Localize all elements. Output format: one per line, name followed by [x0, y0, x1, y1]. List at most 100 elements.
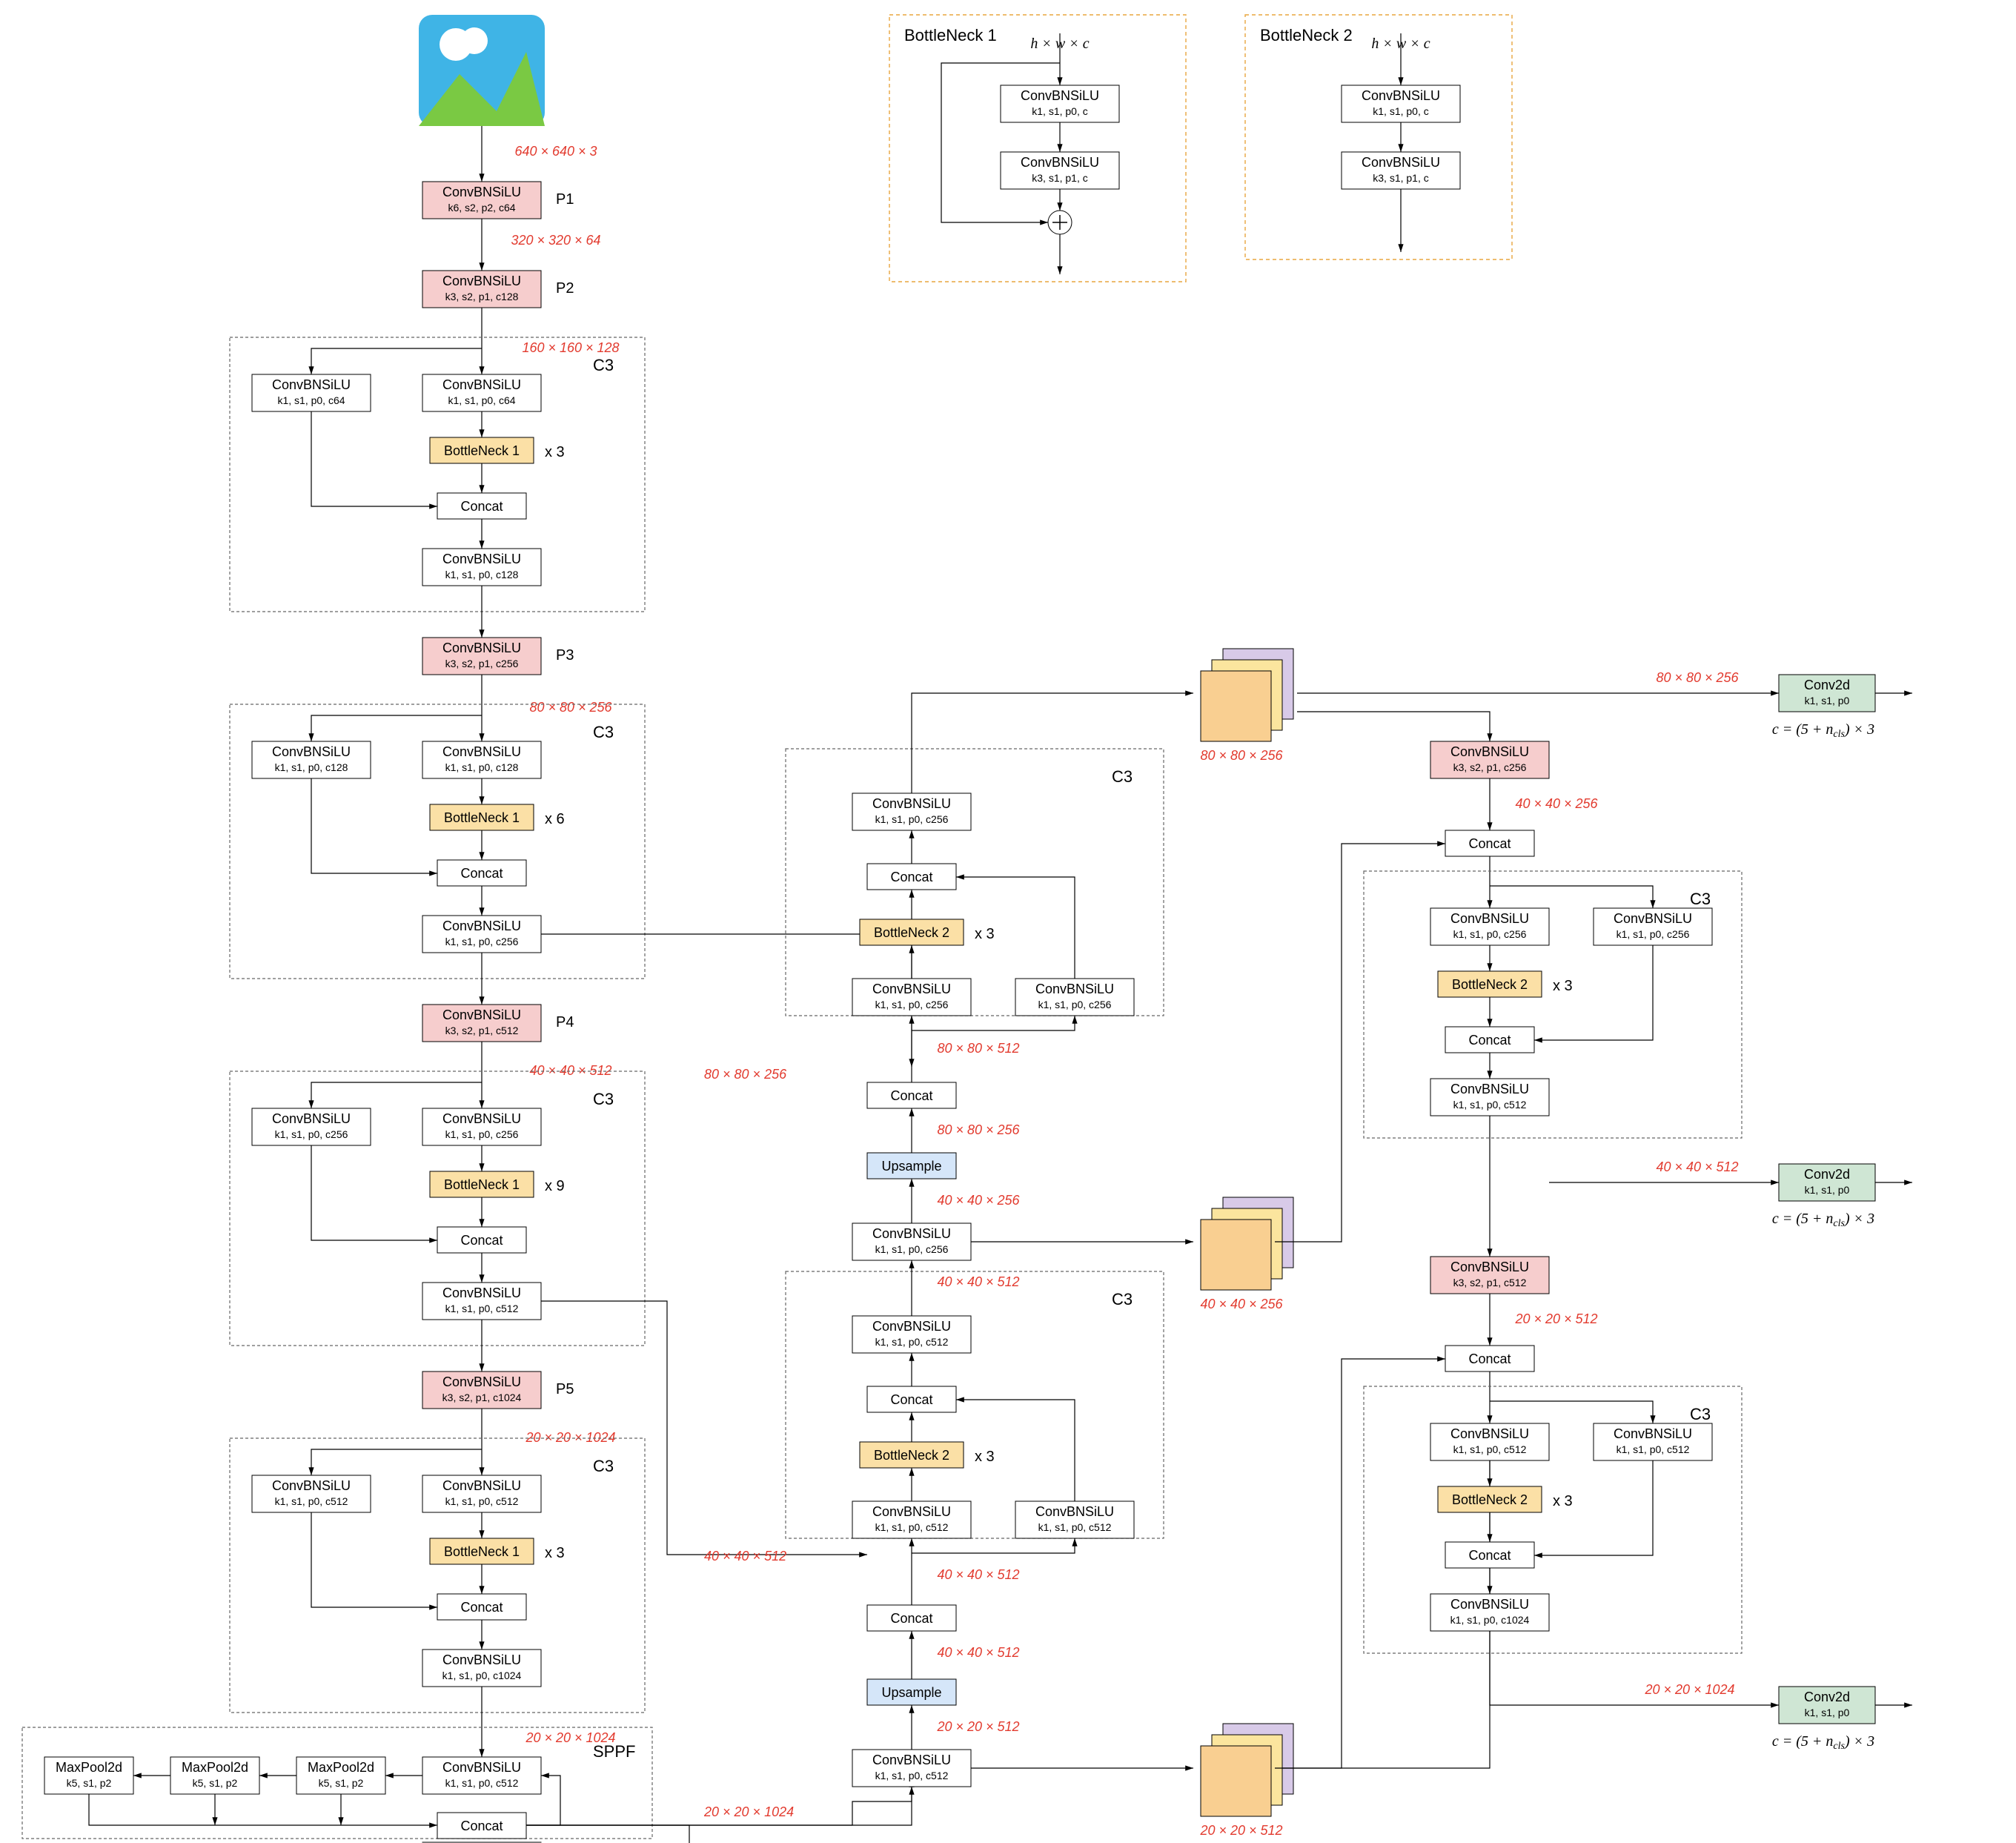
svg-text:ConvBNSiLU: ConvBNSiLU — [442, 744, 521, 759]
svg-text:x 3: x 3 — [975, 926, 995, 942]
svg-text:ConvBNSiLU: ConvBNSiLU — [872, 1226, 951, 1241]
svg-text:ConvBNSiLU: ConvBNSiLU — [872, 1504, 951, 1519]
svg-text:Concat: Concat — [1468, 1033, 1511, 1048]
svg-text:ConvBNSiLU: ConvBNSiLU — [1614, 1426, 1692, 1441]
svg-text:20 × 20 × 512: 20 × 20 × 512 — [1199, 1823, 1282, 1838]
svg-text:k1, s1, p0, c1024: k1, s1, p0, c1024 — [1450, 1614, 1530, 1626]
feature-stack-40 — [1201, 1197, 1293, 1290]
svg-text:Concat: Concat — [460, 1600, 503, 1615]
svg-text:k1, s1, p0, c: k1, s1, p0, c — [1032, 105, 1087, 117]
svg-text:ConvBNSiLU: ConvBNSiLU — [1362, 155, 1440, 170]
svg-text:80 × 80 × 256: 80 × 80 × 256 — [1200, 748, 1283, 763]
svg-text:x 9: x 9 — [545, 1178, 565, 1194]
svg-text:k1, s1, p0, c256: k1, s1, p0, c256 — [875, 999, 949, 1010]
svg-text:40 × 40 × 256: 40 × 40 × 256 — [937, 1193, 1020, 1208]
dim-p1: 320 × 320 × 64 — [511, 233, 600, 248]
svg-text:k1, s1, p0, c512: k1, s1, p0, c512 — [1453, 1099, 1527, 1111]
svg-text:k3, s2, p1, c512: k3, s2, p1, c512 — [445, 1025, 519, 1036]
svg-text:k1, s1, p0, c512: k1, s1, p0, c512 — [875, 1521, 949, 1533]
svg-text:k1, s1, p0, c128: k1, s1, p0, c128 — [275, 761, 348, 773]
c3-neck-80-up — [786, 749, 1164, 1016]
svg-text:ConvBNSiLU: ConvBNSiLU — [1450, 1426, 1529, 1441]
svg-text:k1, s1, p0, c512: k1, s1, p0, c512 — [1453, 1443, 1527, 1455]
svg-text:ConvBNSiLU: ConvBNSiLU — [1614, 911, 1692, 926]
svg-text:BottleNeck 2: BottleNeck 2 — [874, 925, 949, 940]
svg-text:k3, s1, p1, c: k3, s1, p1, c — [1373, 172, 1428, 184]
label-p5: P5 — [556, 1381, 574, 1397]
svg-text:k6, s2, p2, c64: k6, s2, p2, c64 — [448, 202, 515, 214]
svg-text:ConvBNSiLU: ConvBNSiLU — [872, 796, 951, 811]
svg-text:k1, s1, p0, c256: k1, s1, p0, c256 — [445, 936, 519, 947]
svg-text:ConvBNSiLU: ConvBNSiLU — [442, 1374, 521, 1389]
svg-text:k1, s1, p0, c256: k1, s1, p0, c256 — [1453, 928, 1527, 940]
svg-text:80 × 80 × 256: 80 × 80 × 256 — [704, 1067, 787, 1082]
svg-text:ConvBNSiLU: ConvBNSiLU — [272, 1478, 351, 1493]
svg-text:k1, s1, p0, c512: k1, s1, p0, c512 — [1617, 1443, 1690, 1455]
head-eq-l: c = (5 + ncls) × 3 — [1772, 1733, 1874, 1752]
dim-p3: 80 × 80 × 256 — [529, 700, 612, 715]
svg-text:k1, s1, p0, c128: k1, s1, p0, c128 — [445, 569, 519, 580]
svg-text:ConvBNSiLU: ConvBNSiLU — [442, 1478, 521, 1493]
svg-text:k1, s1, p0: k1, s1, p0 — [1805, 1707, 1850, 1718]
svg-text:BottleNeck 2: BottleNeck 2 — [874, 1448, 949, 1463]
svg-text:Concat: Concat — [460, 1233, 503, 1248]
svg-text:80 × 80 × 512: 80 × 80 × 512 — [937, 1041, 1019, 1056]
svg-text:BottleNeck 2: BottleNeck 2 — [1260, 26, 1353, 44]
svg-text:Concat: Concat — [460, 499, 503, 514]
dim-p2: 160 × 160 × 128 — [522, 340, 619, 355]
svg-text:40 × 40 × 256: 40 × 40 × 256 — [1200, 1297, 1283, 1311]
svg-text:C3: C3 — [1112, 1290, 1133, 1308]
svg-text:ConvBNSiLU: ConvBNSiLU — [442, 1652, 521, 1667]
svg-text:ConvBNSiLU: ConvBNSiLU — [872, 1753, 951, 1767]
svg-text:ConvBNSiLU: ConvBNSiLU — [1035, 1504, 1114, 1519]
svg-text:ConvBNSiLU: ConvBNSiLU — [1450, 1597, 1529, 1612]
svg-text:ConvBNSiLU: ConvBNSiLU — [872, 982, 951, 996]
svg-text:k1, s1, p0, c512: k1, s1, p0, c512 — [445, 1303, 519, 1314]
svg-text:ConvBNSiLU: ConvBNSiLU — [1450, 911, 1529, 926]
svg-text:C3: C3 — [593, 1457, 614, 1475]
svg-text:Conv2d: Conv2d — [1804, 1167, 1850, 1182]
svg-text:BottleNeck 1: BottleNeck 1 — [444, 443, 520, 458]
svg-text:Concat: Concat — [890, 1088, 932, 1103]
svg-text:k3, s2, p1, c128: k3, s2, p1, c128 — [445, 291, 519, 302]
svg-text:BottleNeck 2: BottleNeck 2 — [1452, 1492, 1528, 1507]
svg-text:ConvBNSiLU: ConvBNSiLU — [872, 1319, 951, 1334]
svg-text:ConvBNSiLU: ConvBNSiLU — [1450, 1260, 1529, 1274]
svg-text:x 3: x 3 — [975, 1449, 995, 1465]
label-p3: P3 — [556, 647, 574, 664]
c3-neck-40-up — [786, 1271, 1164, 1538]
svg-text:Upsample: Upsample — [881, 1159, 941, 1174]
svg-text:k1, s1, p0, c64: k1, s1, p0, c64 — [277, 394, 345, 406]
svg-text:x 6: x 6 — [545, 811, 565, 827]
svg-text:ConvBNSiLU: ConvBNSiLU — [442, 377, 521, 392]
svg-text:SPPF: SPPF — [593, 1742, 635, 1761]
svg-text:40 × 40 × 512: 40 × 40 × 512 — [704, 1549, 786, 1564]
head-eq-m: c = (5 + ncls) × 3 — [1772, 1211, 1874, 1229]
svg-text:ConvBNSiLU: ConvBNSiLU — [1362, 88, 1440, 103]
svg-text:C3: C3 — [593, 723, 614, 741]
svg-text:ConvBNSiLU: ConvBNSiLU — [272, 744, 351, 759]
svg-text:k1, s1, p0, c256: k1, s1, p0, c256 — [445, 1128, 519, 1140]
svg-text:MaxPool2d: MaxPool2d — [308, 1760, 374, 1775]
svg-text:Concat: Concat — [460, 1819, 503, 1833]
svg-text:ConvBNSiLU: ConvBNSiLU — [442, 919, 521, 933]
svg-text:Conv2d: Conv2d — [1804, 1690, 1850, 1704]
svg-text:Conv2d: Conv2d — [1804, 678, 1850, 692]
svg-text:C3: C3 — [593, 1090, 614, 1108]
svg-text:40 × 40 × 512: 40 × 40 × 512 — [937, 1274, 1019, 1289]
svg-text:k1, s1, p0, c64: k1, s1, p0, c64 — [448, 394, 515, 406]
svg-text:ConvBNSiLU: ConvBNSiLU — [442, 1111, 521, 1126]
svg-text:ConvBNSiLU: ConvBNSiLU — [1021, 155, 1099, 170]
svg-text:Concat: Concat — [1468, 1548, 1511, 1563]
svg-text:k1, s1, p0, c256: k1, s1, p0, c256 — [875, 813, 949, 825]
svg-text:Concat: Concat — [1468, 836, 1511, 851]
svg-text:ConvBNSiLU: ConvBNSiLU — [442, 1007, 521, 1022]
dim-p4: 40 × 40 × 512 — [529, 1063, 611, 1078]
svg-text:40 × 40 × 256: 40 × 40 × 256 — [1515, 796, 1598, 811]
svg-text:k1, s1, p0, c128: k1, s1, p0, c128 — [445, 761, 519, 773]
bottleneck1-detail — [889, 15, 1186, 282]
svg-text:ConvBNSiLU: ConvBNSiLU — [1021, 88, 1099, 103]
label-p4: P4 — [556, 1014, 574, 1030]
svg-text:C3: C3 — [1690, 890, 1711, 908]
svg-text:k1, s1, p0: k1, s1, p0 — [1805, 695, 1850, 707]
